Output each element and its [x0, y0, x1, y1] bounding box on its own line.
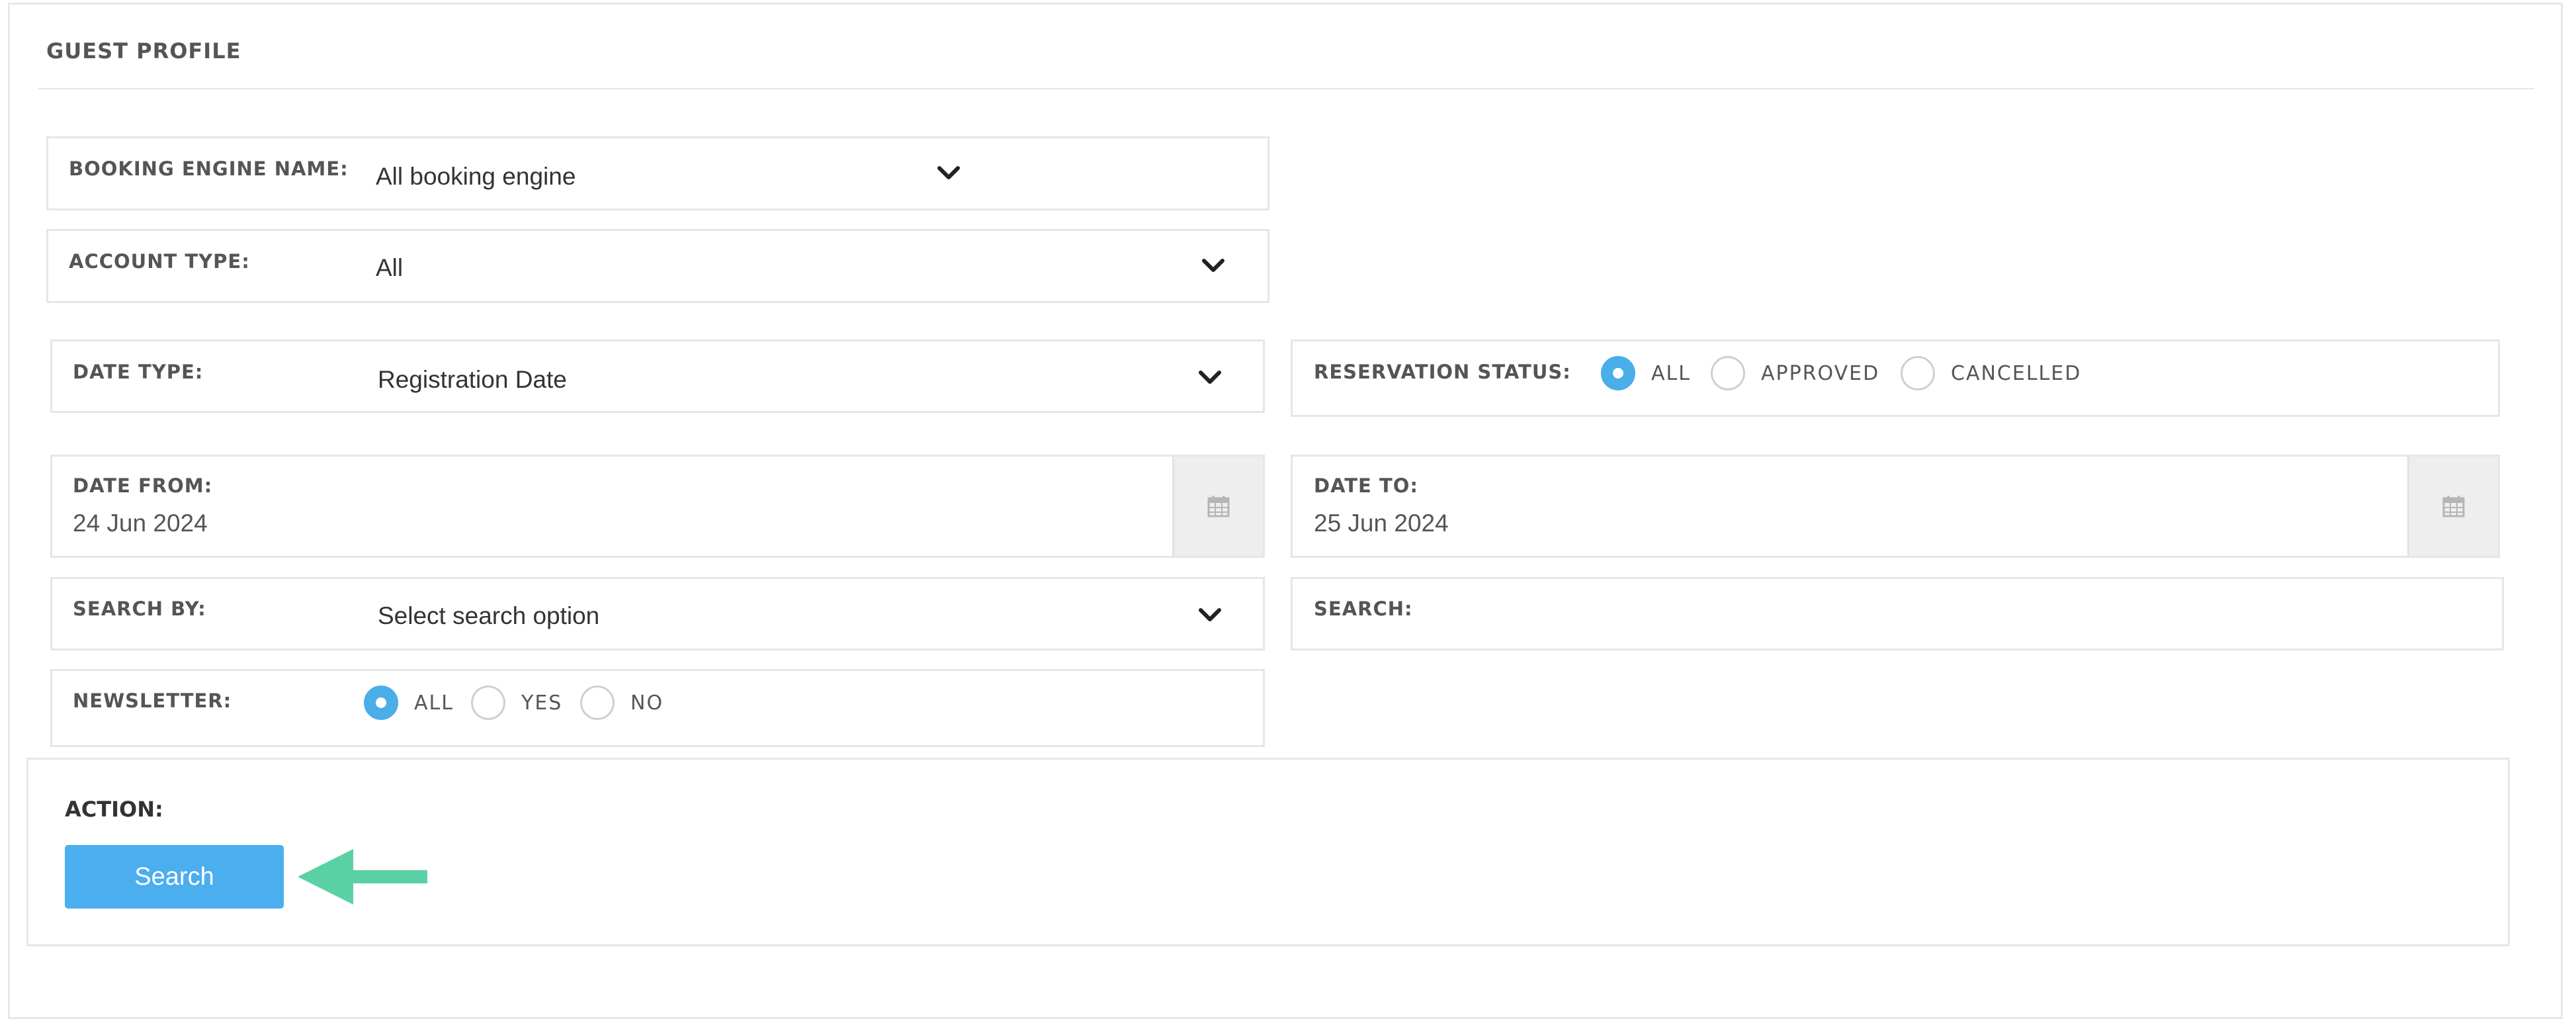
newsletter-no-option[interactable]: NO	[580, 686, 664, 720]
date-to-calendar-button[interactable]	[2407, 457, 2498, 556]
date-type-label: DATE TYPE:	[73, 361, 204, 383]
reservation-status-approved-option[interactable]: APPROVED	[1711, 356, 1879, 390]
newsletter-all-label: ALL	[414, 691, 454, 715]
radio-unchecked-icon[interactable]	[471, 686, 505, 720]
search-by-value: Select search option	[378, 602, 600, 629]
date-from-calendar-button[interactable]	[1172, 457, 1263, 556]
title-divider	[38, 88, 2534, 89]
reservation-status-approved-label: APPROVED	[1761, 361, 1880, 385]
account-type-label: ACCOUNT TYPE:	[69, 250, 250, 273]
search-button[interactable]: Search	[65, 845, 284, 909]
reservation-status-all-option[interactable]: ALL	[1601, 356, 1691, 390]
account-type-value: All	[376, 254, 404, 281]
reservation-status-all-label: ALL	[1651, 361, 1691, 385]
date-type-value: Registration Date	[378, 366, 567, 393]
booking-engine-select[interactable]: All booking engine	[370, 139, 992, 208]
date-from-label: DATE FROM:	[73, 474, 213, 497]
search-by-label: SEARCH BY:	[73, 598, 206, 620]
radio-unchecked-icon[interactable]	[1901, 356, 1935, 390]
date-to-input[interactable]	[1291, 455, 2500, 558]
date-from-value: 24 Jun 2024	[73, 510, 208, 537]
date-to-value: 25 Jun 2024	[1314, 510, 1449, 537]
radio-unchecked-icon[interactable]	[580, 686, 615, 720]
search-input[interactable]	[1291, 577, 2504, 650]
radio-checked-icon[interactable]	[1601, 356, 1635, 390]
date-to-label: DATE TO:	[1314, 474, 1418, 497]
reservation-status-cancelled-label: CANCELLED	[1951, 361, 2082, 385]
chevron-down-icon	[1199, 371, 1221, 384]
calendar-icon	[2442, 496, 2465, 517]
newsletter-yes-label: YES	[521, 691, 563, 715]
newsletter-label: NEWSLETTER:	[73, 690, 232, 712]
chevron-down-icon	[1199, 608, 1221, 621]
newsletter-yes-option[interactable]: YES	[471, 686, 562, 720]
date-type-select[interactable]: Registration Date	[374, 342, 1262, 410]
date-from-input[interactable]	[50, 455, 1265, 558]
booking-engine-value: All booking engine	[376, 163, 576, 190]
account-type-select[interactable]: All	[370, 232, 1267, 300]
search-by-select[interactable]: Select search option	[374, 580, 1262, 648]
search-label: SEARCH:	[1314, 598, 1413, 620]
booking-engine-label: BOOKING ENGINE NAME:	[69, 157, 349, 180]
reservation-status-cancelled-option[interactable]: CANCELLED	[1901, 356, 2081, 390]
newsletter-all-option[interactable]: ALL	[364, 686, 454, 720]
radio-checked-icon[interactable]	[364, 686, 398, 720]
panel-title: GUEST PROFILE	[46, 38, 241, 64]
action-label: ACTION:	[65, 797, 163, 822]
arrow-left-icon	[298, 849, 427, 905]
newsletter-no-label: NO	[630, 691, 664, 715]
chevron-down-icon	[937, 166, 960, 179]
calendar-icon	[1207, 496, 1230, 517]
chevron-down-icon	[1202, 259, 1224, 272]
reservation-status-label: RESERVATION STATUS:	[1314, 361, 1571, 383]
radio-unchecked-icon[interactable]	[1711, 356, 1745, 390]
